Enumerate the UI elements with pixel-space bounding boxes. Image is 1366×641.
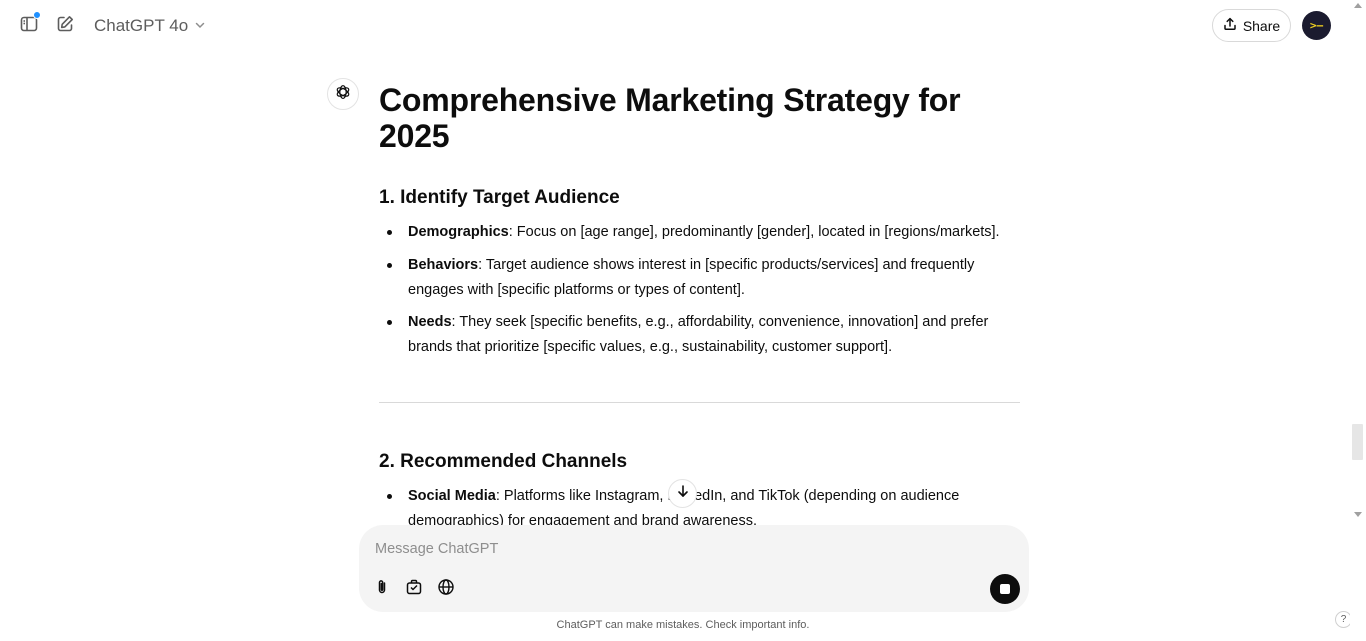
chat-window: ChatGPT 4o Share >— Comprehensive Market… xyxy=(0,0,1366,641)
section-heading-target-audience: 1. Identify Target Audience xyxy=(379,187,620,208)
toolbox-icon xyxy=(405,578,423,601)
item-text: : Target audience shows interest in [spe… xyxy=(408,257,975,298)
paperclip-icon xyxy=(373,578,391,601)
message-composer: Message ChatGPT xyxy=(359,525,1029,612)
attach-button[interactable] xyxy=(369,576,395,602)
model-name: ChatGPT 4o xyxy=(94,16,189,35)
message-title: Comprehensive Marketing Strategy for 202… xyxy=(379,82,961,154)
assistant-avatar xyxy=(327,78,359,110)
item-label: Behaviors xyxy=(408,257,479,273)
section-heading-channels: 2. Recommended Channels xyxy=(379,451,628,472)
item-label: Needs xyxy=(408,314,452,330)
new-chat-button[interactable] xyxy=(51,12,79,40)
edit-icon xyxy=(55,14,75,39)
section-divider xyxy=(379,402,1020,403)
target-audience-list: Demographics: Focus on [age range], pred… xyxy=(379,220,1020,360)
top-bar: ChatGPT 4o Share >— xyxy=(0,0,1366,52)
help-label: ? xyxy=(1340,614,1347,625)
item-text: : Focus on [age range], predominantly [g… xyxy=(508,224,1000,240)
message-input[interactable]: Message ChatGPT xyxy=(375,539,995,559)
disclaimer-text: ChatGPT can make mistakes. Check importa… xyxy=(556,619,810,631)
scrollbar-thumb[interactable] xyxy=(1352,424,1363,460)
scroll-up-arrow-icon[interactable] xyxy=(1354,3,1362,8)
stop-generating-button[interactable] xyxy=(990,574,1020,604)
openai-logo-icon xyxy=(334,83,352,106)
share-button[interactable]: Share xyxy=(1212,9,1291,42)
stop-icon xyxy=(1000,584,1010,594)
web-search-button[interactable] xyxy=(433,576,459,602)
sidebar-toggle-button[interactable] xyxy=(15,11,43,40)
scroll-to-bottom-button[interactable] xyxy=(668,479,697,508)
upload-icon xyxy=(1223,17,1237,34)
globe-icon xyxy=(437,578,455,601)
tools-button[interactable] xyxy=(401,576,427,602)
share-label: Share xyxy=(1242,17,1281,34)
arrow-down-icon xyxy=(676,484,690,503)
avatar-text: >— xyxy=(1309,19,1324,32)
notification-dot xyxy=(33,11,41,19)
scroll-down-arrow-icon[interactable] xyxy=(1354,512,1362,517)
assistant-message: Comprehensive Marketing Strategy for 202… xyxy=(379,82,1020,529)
item-label: Demographics xyxy=(408,224,509,240)
item-label: Social Media xyxy=(408,488,496,504)
list-item: Demographics: Focus on [age range], pred… xyxy=(379,220,1020,253)
list-item: Behaviors: Target audience shows interes… xyxy=(379,253,1020,310)
item-text: : They seek [specific benefits, e.g., af… xyxy=(408,314,989,355)
list-item: Needs: They seek [specific benefits, e.g… xyxy=(379,310,1020,360)
avatar[interactable]: >— xyxy=(1302,11,1331,40)
scrollbar[interactable] xyxy=(1350,0,1366,641)
model-selector[interactable]: ChatGPT 4o xyxy=(90,12,210,40)
chevron-down-icon xyxy=(194,16,206,36)
